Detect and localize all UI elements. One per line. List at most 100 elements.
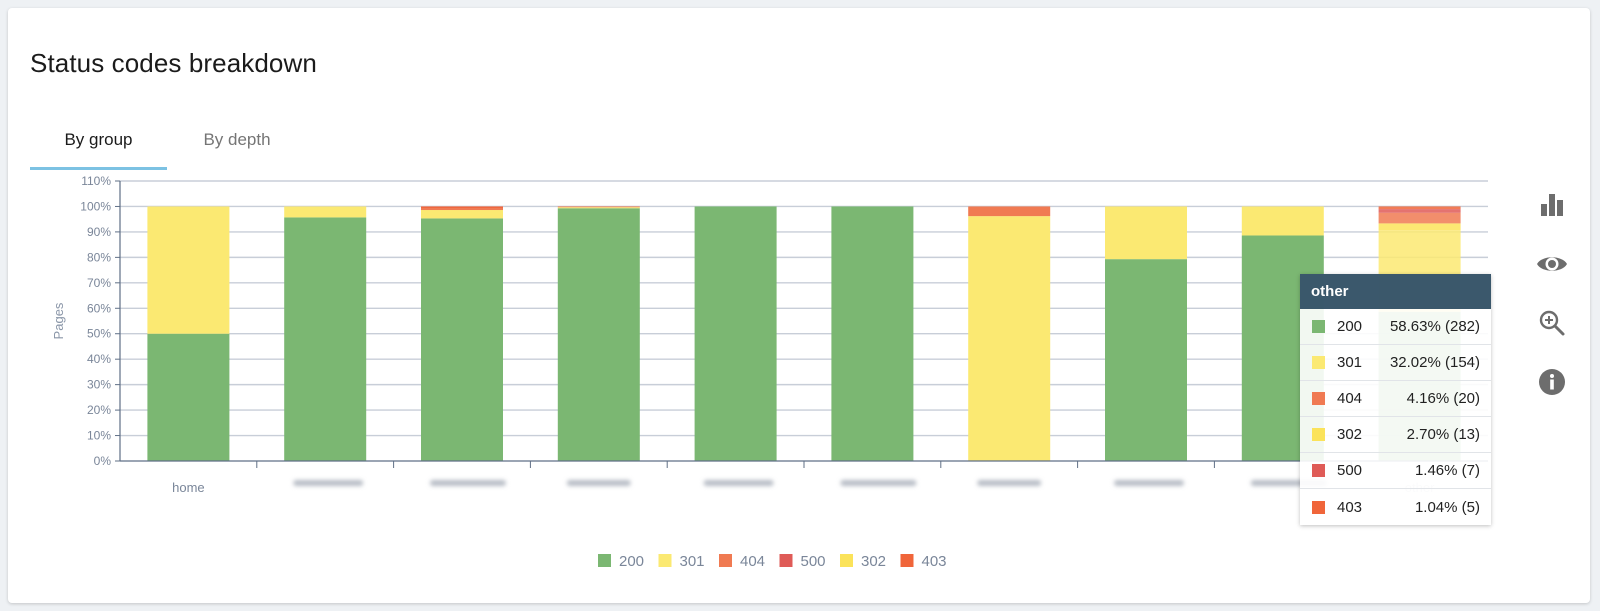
y-tick-label: 100% — [80, 199, 111, 213]
tooltip-swatch — [1312, 320, 1325, 333]
info-button[interactable] — [1535, 365, 1569, 399]
y-tick-label: 70% — [87, 276, 111, 290]
bar-stack-3 — [557, 206, 640, 461]
bar-segment-200 — [557, 208, 640, 461]
x-label-redacted — [566, 480, 631, 486]
bar-segment-301 — [968, 216, 1051, 461]
tooltip-swatch — [1312, 464, 1325, 477]
bar-stack-6 — [968, 206, 1051, 461]
x-label-redacted — [430, 480, 506, 486]
tooltip-swatch — [1312, 392, 1325, 405]
tooltip-row: 403 1.04% (5) — [1300, 489, 1491, 525]
legend-item-200[interactable]: 200 — [598, 553, 644, 570]
tooltip-value: 2.70% (13) — [1406, 426, 1480, 443]
bar-segment-200 — [147, 333, 230, 461]
legend-item-301[interactable]: 301 — [658, 553, 705, 570]
bar-stack-1 — [284, 206, 367, 461]
y-axis-ticks: 0% 10% 20% 30% 40% 50% 60% 70% 80% 90% 100% 110% — [80, 174, 120, 468]
x-label-redacted — [977, 480, 1042, 486]
x-label-redacted — [703, 480, 774, 486]
bar-segment-403 — [1378, 206, 1461, 210]
tooltip-code: 403 — [1337, 498, 1363, 516]
info-icon — [1539, 369, 1565, 395]
bar-segment-404 — [968, 206, 1051, 217]
legend-label: 404 — [740, 553, 765, 570]
tooltip-swatch — [1312, 500, 1325, 514]
bar-segment-200 — [284, 217, 367, 461]
bar-segment-301 — [1241, 206, 1324, 236]
bar-segment-301 — [1105, 206, 1187, 260]
bar-segment-302 — [1378, 223, 1461, 231]
y-tick-label: 110% — [81, 174, 111, 188]
tooltip-row: 404 4.16% (20) — [1300, 381, 1491, 417]
bar-chart-icon — [1541, 194, 1563, 216]
legend-swatch — [658, 554, 672, 567]
bar-segment-200 — [694, 206, 777, 461]
bar-segment-500 — [1378, 209, 1461, 213]
y-tick-label: 10% — [87, 429, 111, 443]
legend-swatch — [840, 554, 853, 567]
bar-stack-7 — [1105, 206, 1187, 461]
tooltip-code: 404 — [1337, 390, 1363, 407]
bar-segment-404 — [421, 207, 503, 211]
legend-label: 500 — [801, 553, 826, 570]
zoom-in-icon — [1539, 310, 1565, 336]
chart-type-button[interactable] — [1535, 188, 1569, 222]
bar-segment-404 — [1378, 212, 1461, 224]
eye-icon — [1537, 257, 1567, 271]
legend-label: 301 — [680, 553, 705, 570]
bar-stack-4 — [694, 206, 777, 461]
tooltip-swatch — [1312, 356, 1325, 369]
tooltip-value: 4.16% (20) — [1406, 390, 1480, 407]
legend-item-302[interactable]: 302 — [840, 553, 886, 570]
bar-segment-301 — [284, 206, 367, 218]
bar-segment-200 — [421, 218, 503, 461]
y-tick-label: 0% — [94, 454, 112, 468]
legend-label: 302 — [861, 553, 886, 570]
y-tick-label: 20% — [87, 403, 111, 417]
tooltip-value: 58.63% (282) — [1389, 318, 1480, 335]
tooltip-value: 1.46% (7) — [1414, 462, 1480, 479]
y-tick-label: 60% — [87, 301, 111, 315]
legend: 200 301 404 500 302 403 — [598, 553, 947, 570]
bar-stack-2 — [421, 206, 503, 461]
x-label: home — [172, 480, 205, 495]
bar-stack-5 — [831, 206, 914, 461]
y-tick-label: 30% — [87, 378, 111, 392]
legend-item-500[interactable]: 500 — [779, 553, 826, 570]
chart-tooltip: other 200 58.63% (282) 301 32.02% (154) 404 4… — [1300, 274, 1491, 525]
y-tick-label: 80% — [87, 250, 111, 264]
tooltip-value: 32.02% (154) — [1389, 354, 1480, 371]
bar-segment-200 — [1105, 259, 1187, 461]
x-label-redacted — [840, 480, 917, 486]
tooltip-row: 301 32.02% (154) — [1300, 345, 1491, 381]
legend-swatch — [900, 554, 914, 567]
tooltip-code: 200 — [1337, 318, 1363, 335]
x-axis-labels: homeother — [172, 480, 1435, 495]
bar-segment-301 — [421, 210, 503, 219]
legend-swatch — [779, 554, 793, 567]
bar-segment-404 — [557, 206, 640, 208]
bar-segment-403 — [421, 206, 503, 208]
tooltip-rows: 200 58.63% (282) 301 32.02% (154) 404 4.16% (… — [1300, 309, 1491, 525]
tooltip-row: 500 1.46% (7) — [1300, 453, 1491, 489]
legend-label: 403 — [922, 553, 947, 570]
y-tick-label: 90% — [87, 225, 111, 239]
y-axis-title: Pages — [51, 302, 66, 339]
legend-item-403[interactable]: 403 — [900, 553, 947, 570]
legend-item-404[interactable]: 404 — [719, 553, 765, 570]
tooltip-value: 1.04% (5) — [1414, 498, 1480, 516]
tooltip-code: 301 — [1337, 354, 1363, 371]
bar-segment-301 — [147, 206, 230, 334]
zoom-button[interactable] — [1535, 306, 1569, 340]
visibility-button[interactable] — [1535, 247, 1569, 281]
x-label-redacted — [293, 480, 364, 486]
tooltip-swatch — [1312, 428, 1325, 441]
y-tick-label: 50% — [87, 327, 111, 341]
legend-swatch — [598, 554, 611, 567]
bar-segment-200 — [831, 206, 914, 461]
legend-label: 200 — [619, 553, 644, 570]
tooltip-title: other — [1300, 274, 1491, 309]
tooltip-row: 200 58.63% (282) — [1300, 309, 1491, 345]
y-tick-label: 40% — [87, 352, 111, 366]
